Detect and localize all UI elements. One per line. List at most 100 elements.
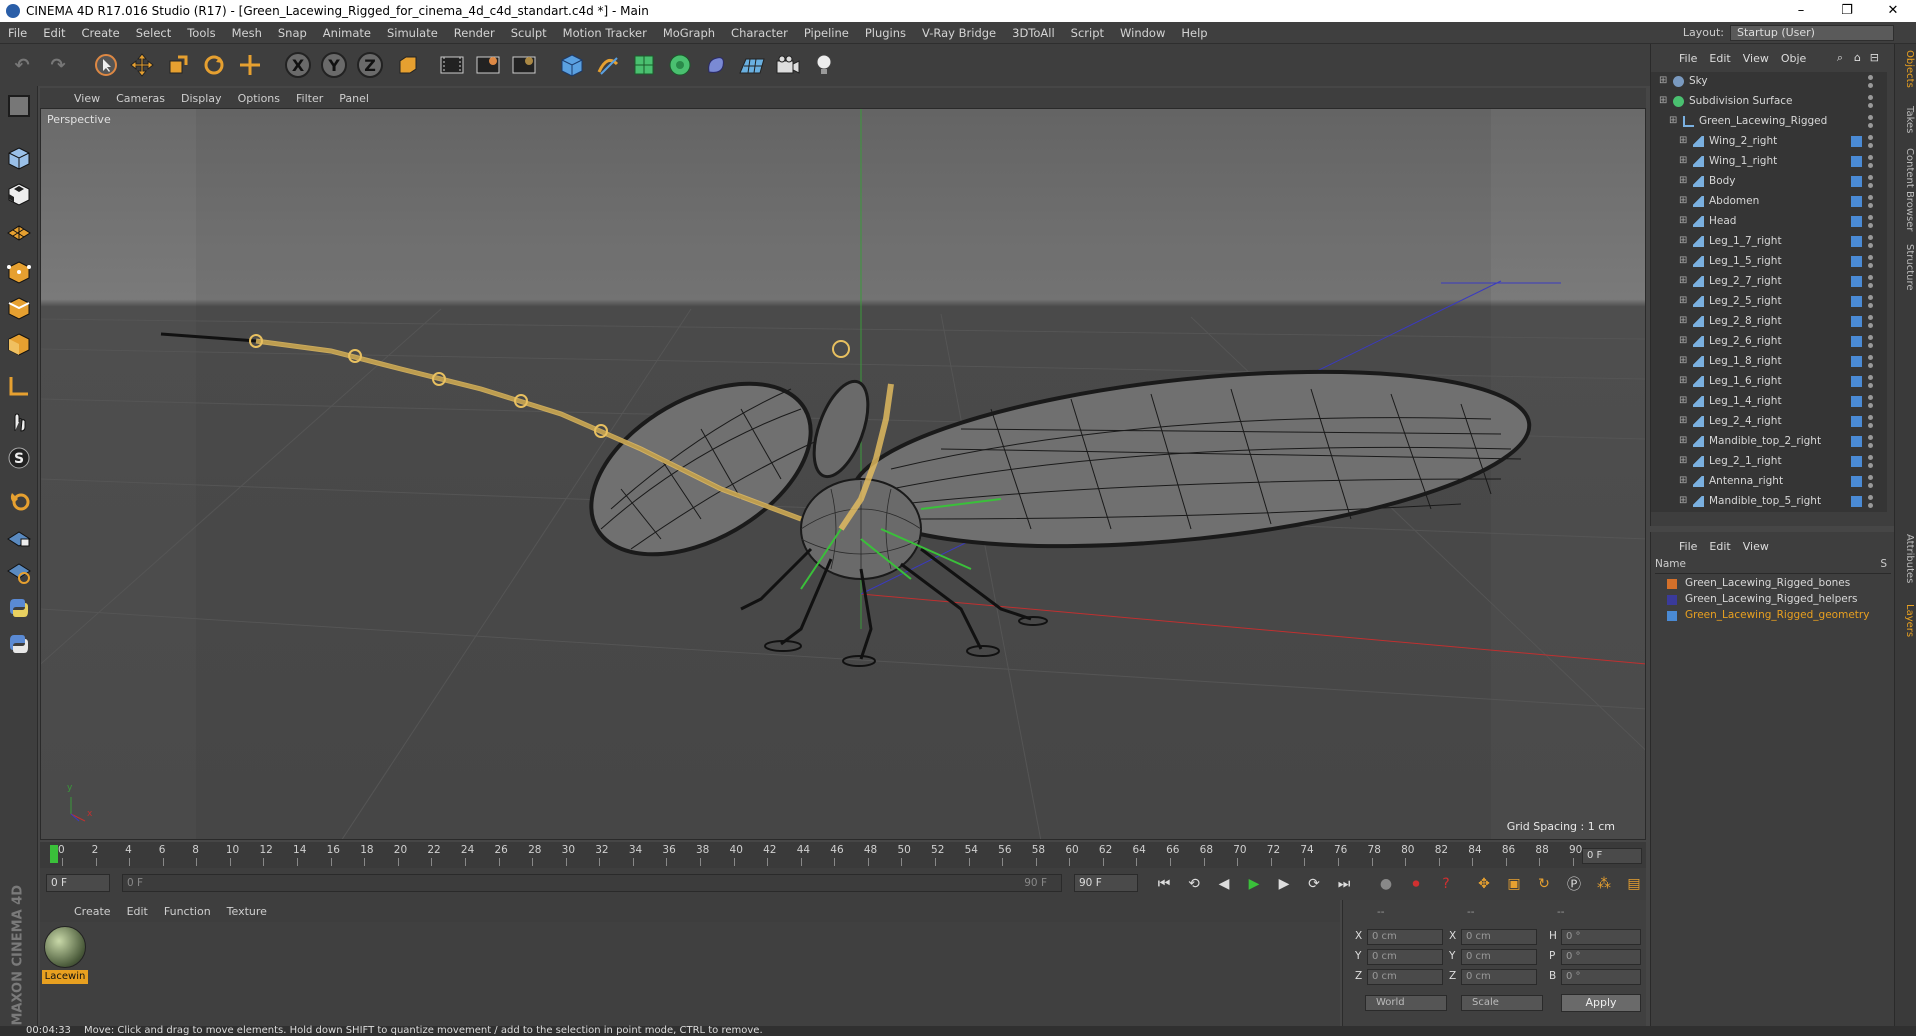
material-menu-edit[interactable]: Edit [119, 905, 156, 918]
move-tool-icon[interactable] [126, 49, 158, 81]
tab-takes[interactable]: Takes [1897, 106, 1915, 133]
layer-tag-icon[interactable] [1851, 476, 1862, 487]
pos-z-field[interactable]: 0 cm [1367, 969, 1443, 985]
tab-attributes[interactable]: Attributes [1897, 534, 1915, 583]
viewport-menu-options[interactable]: Options [230, 92, 288, 105]
editor-visibility-dot[interactable] [1868, 495, 1873, 500]
expand-toggle-icon[interactable]: ⊞ [1679, 295, 1687, 306]
object-row[interactable]: ⊞ Body [1651, 172, 1887, 192]
material-menu-create[interactable]: Create [66, 905, 119, 918]
material-menu-function[interactable]: Function [156, 905, 219, 918]
expand-toggle-icon[interactable]: ⊞ [1679, 215, 1687, 226]
key-pla-icon[interactable]: ⁂ [1592, 873, 1616, 895]
expand-toggle-icon[interactable]: ⊞ [1679, 275, 1687, 286]
object-row[interactable]: ⊞ Leg_1_5_right [1651, 252, 1887, 272]
layer-tag-icon[interactable] [1851, 396, 1862, 407]
object-menu-view[interactable]: View [1737, 52, 1775, 65]
tweak-mode-icon[interactable] [3, 406, 35, 438]
subdivision-surface-icon[interactable] [628, 49, 660, 81]
go-to-end-icon[interactable]: ⏭ [1332, 873, 1356, 895]
render-settings-icon[interactable] [508, 49, 540, 81]
expand-toggle-icon[interactable]: ⊞ [1679, 135, 1687, 146]
layer-row[interactable]: Green_Lacewing_Rigged_helpers [1663, 592, 1887, 608]
viewport-menu-display[interactable]: Display [173, 92, 230, 105]
layer-row[interactable]: Green_Lacewing_Rigged_bones [1663, 576, 1887, 592]
live-selection-icon[interactable] [234, 49, 266, 81]
expand-toggle-icon[interactable]: ⊞ [1659, 95, 1667, 106]
render-visibility-dot[interactable] [1868, 163, 1873, 168]
expand-toggle-icon[interactable]: ⊞ [1679, 255, 1687, 266]
coordinate-mode-select[interactable]: World [1365, 995, 1447, 1011]
select-pointer-icon[interactable] [90, 49, 122, 81]
layer-tag-icon[interactable] [1851, 256, 1862, 267]
object-menu-edit[interactable]: Edit [1703, 52, 1736, 65]
layer-tag-icon[interactable] [1851, 336, 1862, 347]
planar-workplane-icon[interactable] [3, 556, 35, 588]
key-parameter-icon[interactable]: Ⓟ [1562, 873, 1586, 895]
light-bulb-icon[interactable] [808, 49, 840, 81]
x-axis-lock-button[interactable]: X [282, 49, 314, 81]
previous-frame-icon[interactable]: ◀ [1212, 873, 1236, 895]
python-script-icon[interactable] [3, 592, 35, 624]
layer-tag-icon[interactable] [1851, 196, 1862, 207]
object-row[interactable]: ⊞ Leg_2_5_right [1651, 292, 1887, 312]
render-visibility-dot[interactable] [1868, 83, 1873, 88]
layer-tag-icon[interactable] [1851, 496, 1862, 507]
render-visibility-dot[interactable] [1868, 303, 1873, 308]
layer-tag-icon[interactable] [1851, 456, 1862, 467]
workplane-mode-icon[interactable] [3, 214, 35, 246]
menu-sculpt[interactable]: Sculpt [503, 26, 555, 40]
end-frame-field[interactable]: 90 F [1074, 874, 1138, 892]
editor-visibility-dot[interactable] [1868, 135, 1873, 140]
layer-tag-icon[interactable] [1851, 416, 1862, 427]
editor-visibility-dot[interactable] [1868, 335, 1873, 340]
menu-window[interactable]: Window [1112, 26, 1173, 40]
pos-y-field[interactable]: 0 cm [1367, 949, 1443, 965]
key-scale-icon[interactable]: ▣ [1502, 873, 1526, 895]
object-row[interactable]: ⊞ Leg_1_7_right [1651, 232, 1887, 252]
object-row[interactable]: ⊞ Sky [1651, 72, 1887, 92]
next-key-icon[interactable]: ⟳ [1302, 873, 1326, 895]
tab-structure[interactable]: Structure [1897, 244, 1915, 291]
perspective-viewport[interactable]: y x Perspective Grid Spacing : 1 cm [40, 108, 1646, 840]
tab-layers[interactable]: Layers [1897, 604, 1915, 637]
layer-menu-edit[interactable]: Edit [1703, 540, 1736, 553]
home-icon[interactable]: ⌂ [1854, 51, 1861, 64]
timeline-window-icon[interactable]: ▤ [1622, 873, 1646, 895]
layer-color-swatch[interactable] [1667, 579, 1677, 589]
expand-toggle-icon[interactable]: ⊞ [1679, 495, 1687, 506]
layer-tag-icon[interactable] [1851, 356, 1862, 367]
object-row[interactable]: ⊞ Leg_1_4_right [1651, 392, 1887, 412]
object-row[interactable]: ⊞ Leg_2_1_right [1651, 452, 1887, 472]
editor-visibility-dot[interactable] [1868, 355, 1873, 360]
play-icon[interactable]: ▶ [1242, 873, 1266, 895]
start-frame-field[interactable]: 0 F [46, 874, 110, 892]
next-frame-icon[interactable]: ▶ [1272, 873, 1296, 895]
rot-p-field[interactable]: 0 ° [1561, 949, 1641, 965]
render-visibility-dot[interactable] [1868, 483, 1873, 488]
layer-tag-icon[interactable] [1851, 296, 1862, 307]
expand-toggle-icon[interactable]: ⊞ [1659, 75, 1667, 86]
material-thumbnail[interactable] [44, 926, 86, 968]
object-row[interactable]: ⊞ Wing_1_right [1651, 152, 1887, 172]
render-visibility-dot[interactable] [1868, 103, 1873, 108]
render-view-icon[interactable] [436, 49, 468, 81]
layer-tag-icon[interactable] [1851, 136, 1862, 147]
size-mode-select[interactable]: Scale [1461, 995, 1543, 1011]
object-row[interactable]: ⊞ Antenna_right [1651, 472, 1887, 492]
render-visibility-dot[interactable] [1868, 403, 1873, 408]
viewport-menu-cameras[interactable]: Cameras [108, 92, 173, 105]
menu-select[interactable]: Select [128, 26, 179, 40]
menu-render[interactable]: Render [446, 26, 503, 40]
menu-plugins[interactable]: Plugins [857, 26, 914, 40]
go-to-start-icon[interactable]: ⏮ [1152, 873, 1176, 895]
minimize-button[interactable]: – [1778, 0, 1824, 22]
render-picture-viewer-icon[interactable] [472, 49, 504, 81]
object-row[interactable]: ⊞ Leg_2_7_right [1651, 272, 1887, 292]
render-visibility-dot[interactable] [1868, 143, 1873, 148]
expand-toggle-icon[interactable]: ⊞ [1679, 395, 1687, 406]
snap-icon[interactable]: S [3, 442, 35, 474]
menu-animate[interactable]: Animate [315, 26, 379, 40]
layer-tag-icon[interactable] [1851, 236, 1862, 247]
object-row[interactable]: ⊞ Wing_2_right [1651, 132, 1887, 152]
